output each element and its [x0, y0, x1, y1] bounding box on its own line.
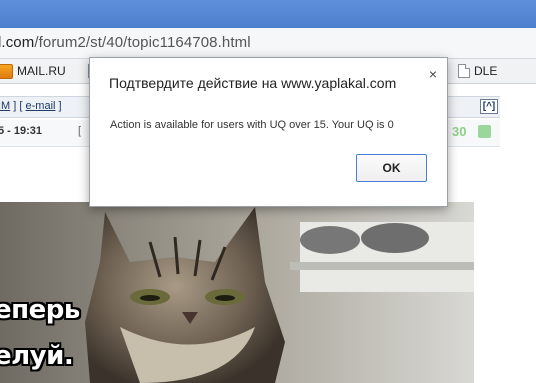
rate-up-icon[interactable] — [478, 125, 491, 138]
dialog-message: Action is available for users with UQ ov… — [110, 119, 394, 131]
bookmark-mailru[interactable]: MAIL.RU — [0, 63, 66, 79]
close-icon[interactable]: × — [429, 66, 437, 82]
bookmark-label: DLE — [474, 64, 498, 78]
post-actions: [ — [78, 125, 82, 137]
address-bar[interactable]: l.com/forum2/st/40/topic1164708.html — [0, 28, 536, 59]
image-caption-line2: елуй. — [0, 341, 74, 371]
page-icon — [458, 64, 470, 78]
url-path: /forum2/st/40/topic1164708.html — [34, 34, 251, 51]
scroll-up-button[interactable]: [^] — [480, 99, 498, 114]
email-link[interactable]: e-mail — [26, 100, 56, 112]
post-rating: 30 — [452, 124, 467, 139]
author-links: IM ] [ e-mail ] — [0, 100, 62, 112]
browser-titlebar — [0, 0, 536, 28]
post-time: 5 - 19:31 — [0, 125, 43, 137]
confirm-dialog: Подтвердите действие на www.yaplakal.com… — [89, 57, 448, 207]
link-separator: ] [ — [10, 100, 26, 112]
mailru-icon — [0, 63, 13, 79]
pm-link[interactable]: IM — [0, 100, 10, 112]
ok-button[interactable]: OK — [356, 154, 427, 182]
dialog-title: Подтвердите действие на www.yaplakal.com — [109, 75, 397, 91]
link-separator: ] — [55, 100, 62, 112]
url-host: l.com — [0, 34, 35, 51]
url-text[interactable]: l.com/forum2/st/40/topic1164708.html — [0, 34, 251, 51]
bookmark-label: MAIL.RU — [17, 64, 66, 78]
bookmark-dle[interactable]: DLE — [458, 63, 497, 79]
post-image: еперь елуй. — [0, 202, 474, 383]
image-caption-line1: еперь — [0, 295, 80, 325]
